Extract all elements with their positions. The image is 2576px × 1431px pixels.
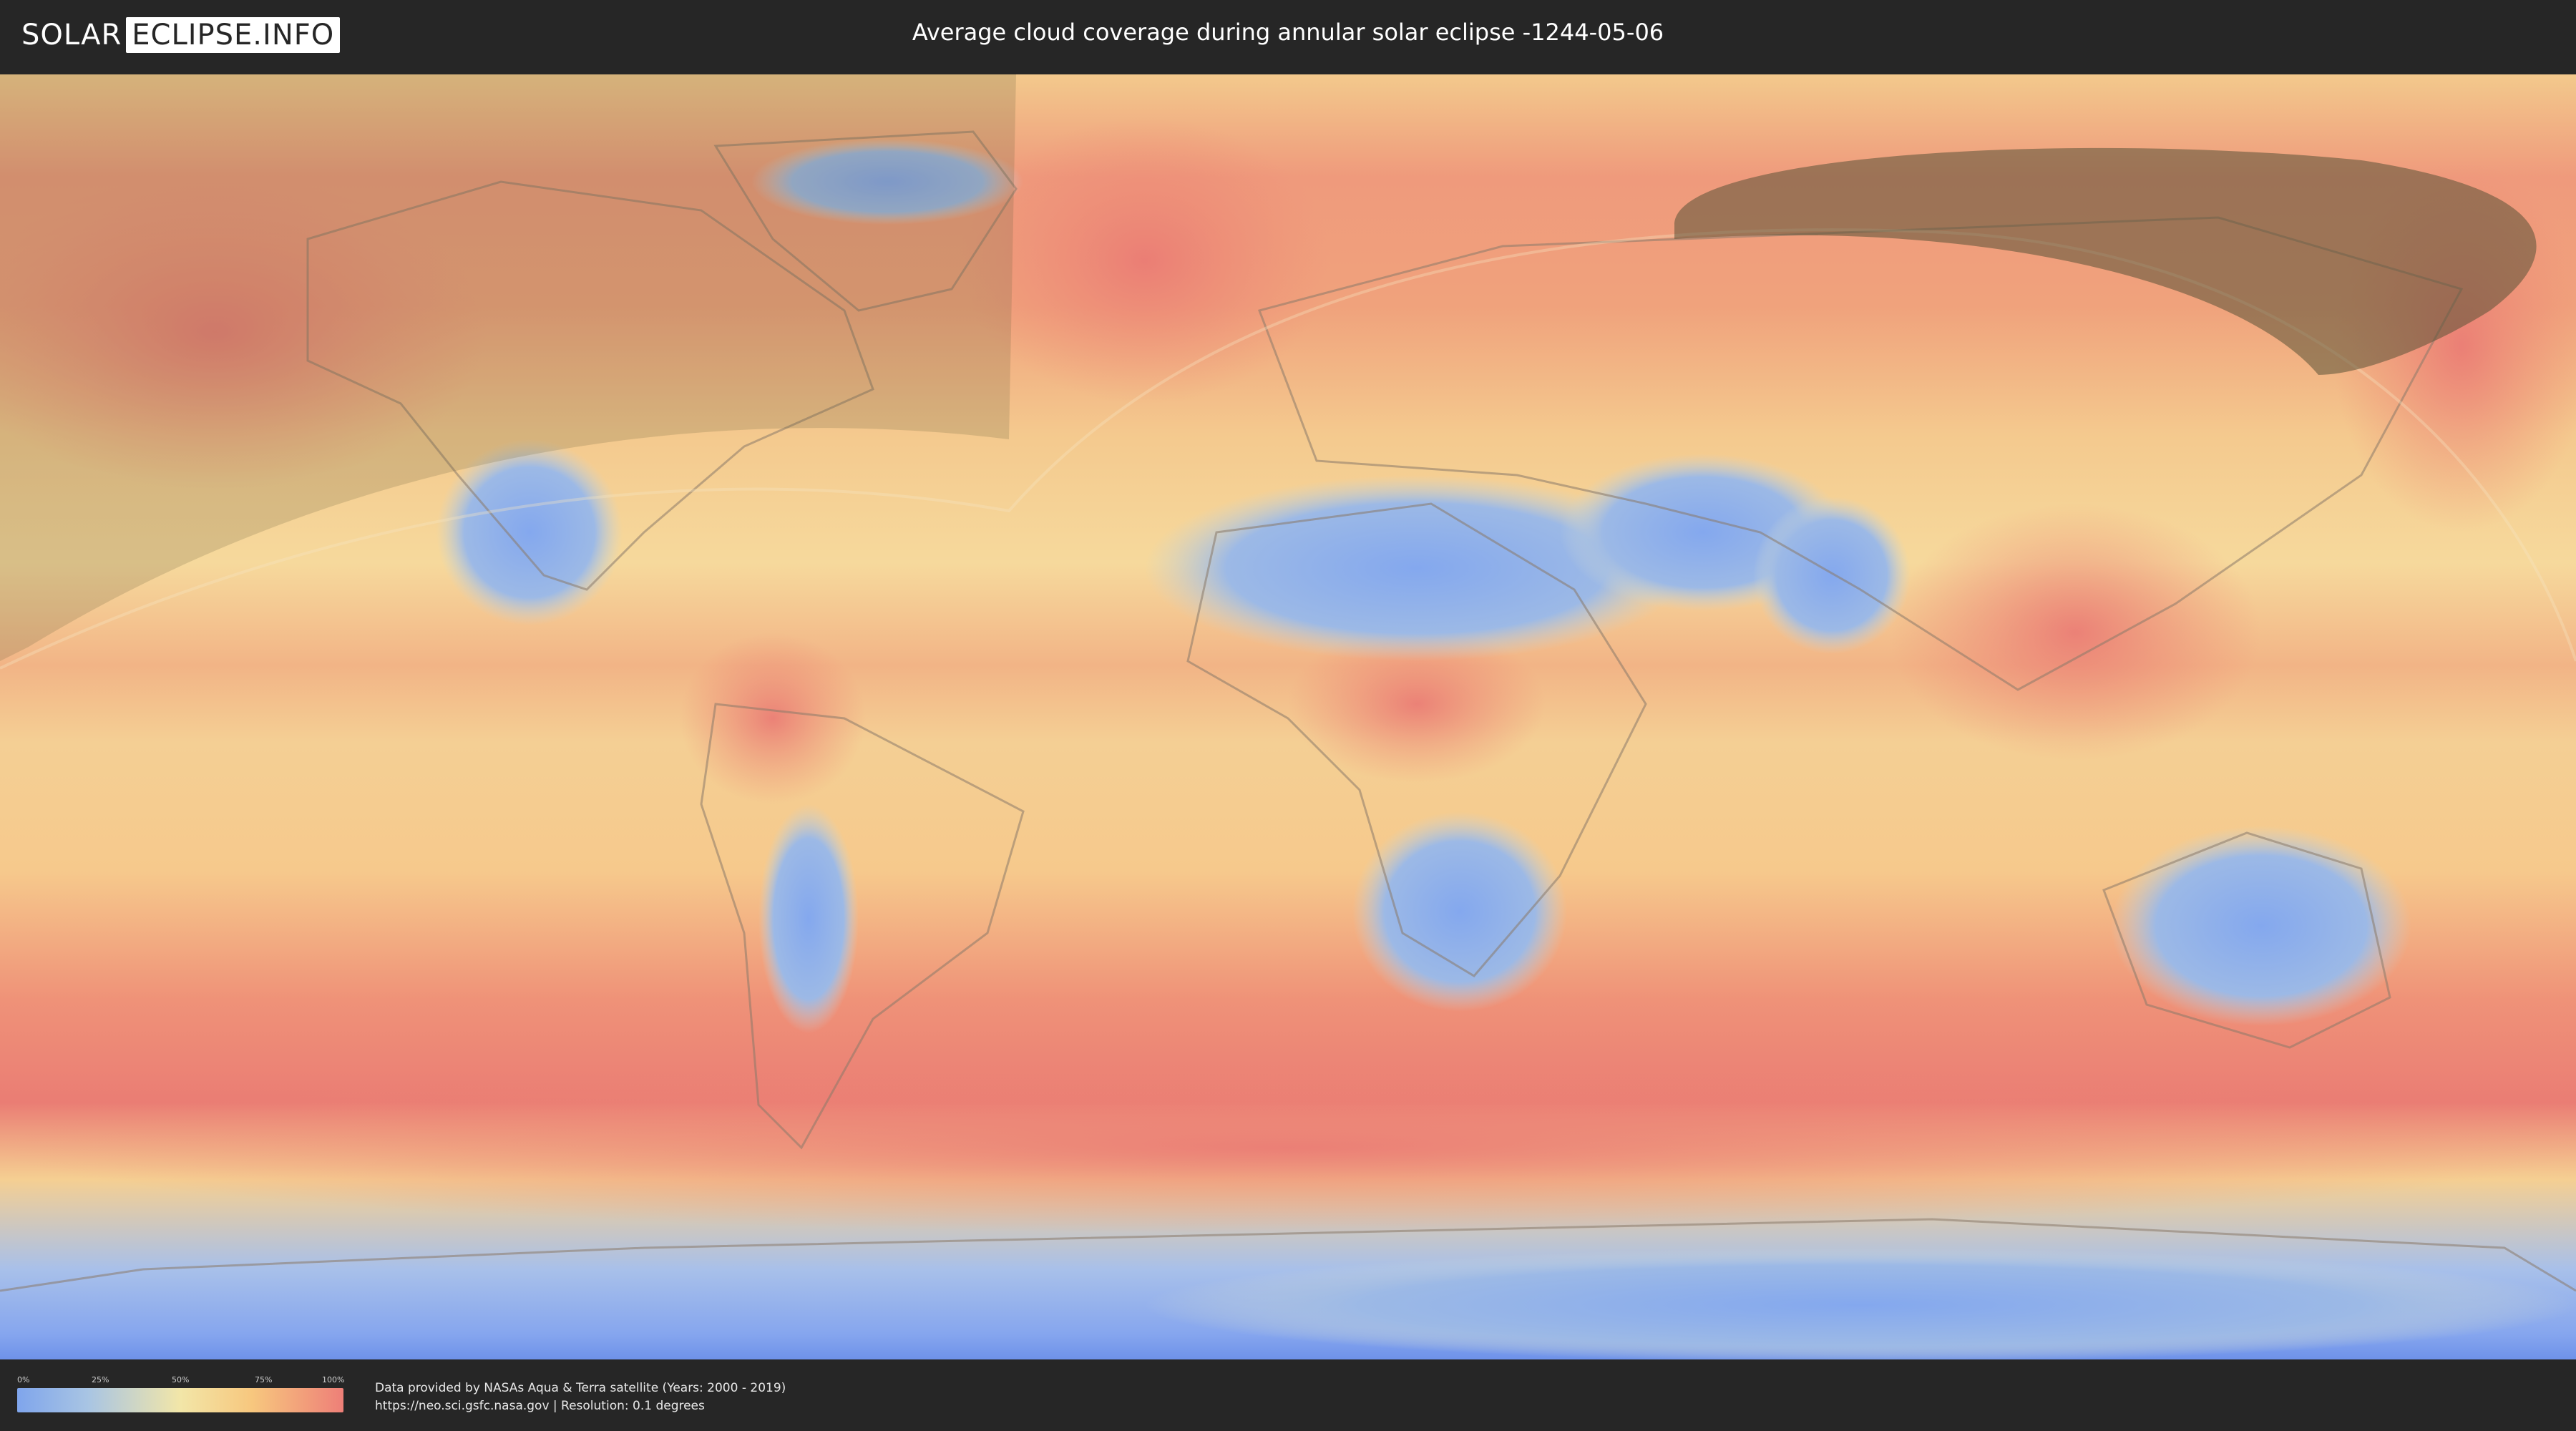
- footer-bar: 0% 25% 50% 75% 100% Data provided by NAS…: [0, 1359, 2576, 1431]
- legend-tick-50: 50%: [172, 1375, 190, 1384]
- legend-tick-100: 100%: [322, 1375, 345, 1384]
- world-map-svg: [0, 74, 2576, 1359]
- page-title: Average cloud coverage during annular so…: [912, 19, 1664, 46]
- legend-tick-0: 0%: [17, 1375, 30, 1384]
- cloud-coverage-map[interactable]: [0, 74, 2576, 1359]
- legend-tick-25: 25%: [92, 1375, 109, 1384]
- legend-tick-75: 75%: [255, 1375, 273, 1384]
- data-credits: Data provided by NASAs Aqua & Terra sate…: [375, 1379, 786, 1415]
- header-bar: SOLAR ECLIPSE.INFO Average cloud coverag…: [0, 0, 2576, 70]
- credits-line-1: Data provided by NASAs Aqua & Terra sate…: [375, 1381, 786, 1395]
- cloud-coverage-legend: 0% 25% 50% 75% 100%: [17, 1375, 345, 1412]
- legend-ticks: 0% 25% 50% 75% 100%: [17, 1375, 345, 1387]
- legend-color-bar: [17, 1388, 343, 1412]
- credits-line-2[interactable]: https://neo.sci.gsfc.nasa.gov | Resoluti…: [375, 1397, 786, 1415]
